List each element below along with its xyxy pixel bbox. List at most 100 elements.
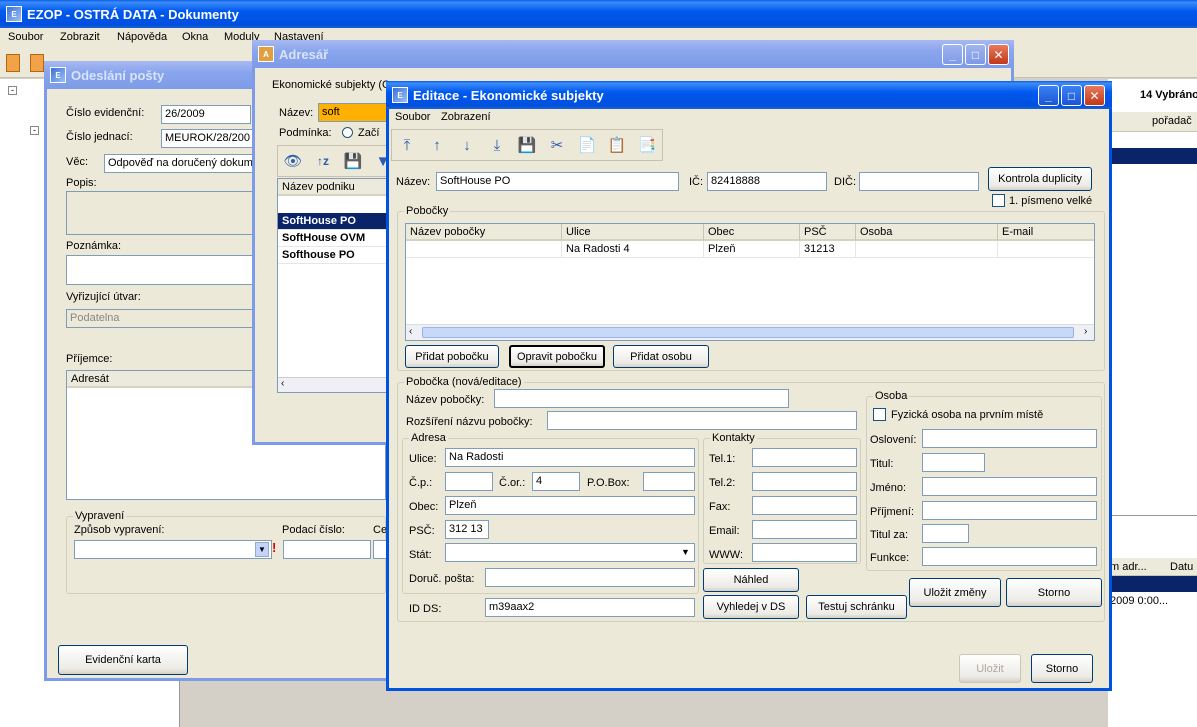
grid-cell-psc[interactable]: 31213: [800, 241, 856, 258]
col-nazev-pobocky[interactable]: Název pobočky: [406, 224, 562, 241]
sort-icon[interactable]: ↑z: [310, 148, 336, 174]
poznamka-field[interactable]: [66, 255, 256, 285]
col-datum[interactable]: Datu: [1170, 561, 1193, 573]
col-nazev-podniku[interactable]: Název podniku: [278, 179, 388, 196]
opravit-pobocku-button[interactable]: Opravit pobočku: [509, 345, 605, 368]
last-record-icon[interactable]: ⤓: [484, 132, 510, 158]
doruc-field[interactable]: [485, 568, 695, 587]
cislo-evidencni-field[interactable]: 26/2009: [161, 105, 251, 124]
prijmeni-field[interactable]: [922, 501, 1097, 520]
editace-close-button[interactable]: ✕: [1084, 85, 1105, 106]
col-ulice[interactable]: Ulice: [562, 224, 704, 241]
adresar-minimize-button[interactable]: _: [942, 44, 963, 65]
pridat-osobu-button[interactable]: Přidat osobu: [613, 345, 709, 368]
prev-record-icon[interactable]: ↑: [424, 132, 450, 158]
adresar-grid[interactable]: Název podniku SoftHouse PO SoftHouse OVM…: [277, 178, 389, 393]
storno-button[interactable]: Storno: [1031, 654, 1093, 683]
email-field[interactable]: [752, 520, 857, 539]
idds-field[interactable]: m39aax2: [485, 598, 695, 617]
dic-field[interactable]: [859, 172, 979, 191]
psc-field[interactable]: 312 13: [445, 520, 489, 539]
scroll-left-icon[interactable]: ‹: [281, 378, 284, 389]
col-obec[interactable]: Obec: [704, 224, 800, 241]
osloveni-field[interactable]: [922, 429, 1097, 448]
stat-dropdown-icon[interactable]: ▼: [678, 545, 693, 560]
col-poradac[interactable]: pořadač: [1152, 115, 1192, 127]
editace-menu-zobrazeni[interactable]: Zobrazení: [441, 111, 491, 123]
save-record-icon[interactable]: 💾: [514, 132, 540, 158]
tel1-field[interactable]: [752, 448, 857, 467]
popis-field[interactable]: [66, 191, 256, 235]
adresar-row[interactable]: SoftHouse OVM: [278, 230, 388, 247]
podaci-field[interactable]: [283, 540, 371, 559]
col-adr[interactable]: m adr...: [1110, 561, 1147, 573]
pobox-field[interactable]: [643, 472, 695, 491]
vec-field[interactable]: Odpověď na doručený dokume: [104, 154, 254, 173]
pobocky-grid[interactable]: Název pobočky Ulice Obec PSČ Osoba E-mai…: [405, 223, 1095, 341]
scroll-right-icon[interactable]: ›: [1084, 326, 1087, 337]
adresar-nazev-field[interactable]: soft: [318, 103, 388, 122]
titul-za-field[interactable]: [922, 524, 969, 543]
ulozit-button[interactable]: Uložit: [959, 654, 1021, 683]
editace-maximize-button[interactable]: □: [1061, 85, 1082, 106]
paste-icon[interactable]: 📋: [604, 132, 630, 158]
tel2-field[interactable]: [752, 472, 857, 491]
utvar-field[interactable]: Podatelna: [66, 309, 256, 328]
ulozit-zmeny-button[interactable]: Uložit změny: [909, 578, 1001, 607]
col-psc[interactable]: PSČ: [800, 224, 856, 241]
first-record-icon[interactable]: ⤒: [394, 132, 420, 158]
editace-menu-soubor[interactable]: Soubor: [395, 111, 430, 123]
scroll-thumb[interactable]: [422, 327, 1074, 338]
selected-row-bar[interactable]: [1108, 148, 1197, 164]
lower-selected-row[interactable]: [1108, 576, 1197, 592]
fyzicka-checkbox[interactable]: [873, 408, 886, 421]
editace-minimize-button[interactable]: _: [1038, 85, 1059, 106]
grid-cell-osoba[interactable]: [856, 241, 998, 258]
copy-icon[interactable]: 📄: [574, 132, 600, 158]
next-record-icon[interactable]: ↓: [454, 132, 480, 158]
toolbar-open-icon[interactable]: [30, 54, 44, 72]
storno-small-button[interactable]: Storno: [1006, 578, 1102, 607]
cp-field[interactable]: [445, 472, 493, 491]
menu-okna[interactable]: Okna: [182, 31, 208, 43]
pobocky-hscroll[interactable]: ‹ ›: [406, 324, 1094, 340]
col-osoba[interactable]: Osoba: [856, 224, 998, 241]
cut-icon[interactable]: ✂: [544, 132, 570, 158]
view-icon[interactable]: 👁: [280, 148, 306, 174]
menu-zobrazit[interactable]: Zobrazit: [60, 31, 100, 43]
grid-cell-email[interactable]: [998, 241, 1094, 258]
adresar-row[interactable]: SoftHouse PO: [278, 213, 388, 230]
grid-cell-obec[interactable]: Plzeň: [704, 241, 800, 258]
podminka-radio[interactable]: [342, 127, 353, 138]
adresar-row[interactable]: Softhouse PO: [278, 247, 388, 264]
jmeno-field[interactable]: [922, 477, 1097, 496]
nazev-pobocky-field[interactable]: [494, 389, 789, 408]
prvni-velke-checkbox[interactable]: [992, 194, 1005, 207]
rozsireni-field[interactable]: [547, 411, 857, 430]
zpusob-select[interactable]: [74, 540, 272, 559]
vyhledej-ds-button[interactable]: Vyhledej v DS: [703, 595, 799, 619]
fax-field[interactable]: [752, 496, 857, 515]
col-email[interactable]: E-mail: [998, 224, 1094, 241]
scroll-left-icon[interactable]: ‹: [409, 326, 412, 337]
adresar-hscroll[interactable]: ‹: [278, 377, 388, 392]
funkce-field[interactable]: [922, 547, 1097, 566]
adresar-close-button[interactable]: ✕: [988, 44, 1009, 65]
grid-cell-ulice[interactable]: Na Radosti 4: [562, 241, 704, 258]
pridat-pobocku-button[interactable]: Přidat pobočku: [405, 345, 499, 368]
nahled-button[interactable]: Náhled: [703, 568, 799, 592]
stat-select[interactable]: [445, 543, 695, 562]
tree-expand-icon-2[interactable]: -: [30, 126, 39, 135]
titul-field[interactable]: [922, 453, 985, 472]
kontrola-duplicity-button[interactable]: Kontrola duplicity: [988, 167, 1092, 191]
toolbar-new-icon[interactable]: [6, 54, 20, 72]
document-icon[interactable]: 📑: [634, 132, 660, 158]
obec-field[interactable]: Plzeň: [445, 496, 695, 515]
ic-field[interactable]: 82418888: [707, 172, 827, 191]
testuj-schranku-button[interactable]: Testuj schránku: [806, 595, 907, 619]
save-icon[interactable]: 💾: [340, 148, 366, 174]
editace-nazev-field[interactable]: SoftHouse PO: [436, 172, 679, 191]
tree-expand-icon[interactable]: -: [8, 86, 17, 95]
menu-napoveda[interactable]: Nápověda: [117, 31, 167, 43]
menu-soubor[interactable]: Soubor: [8, 31, 43, 43]
